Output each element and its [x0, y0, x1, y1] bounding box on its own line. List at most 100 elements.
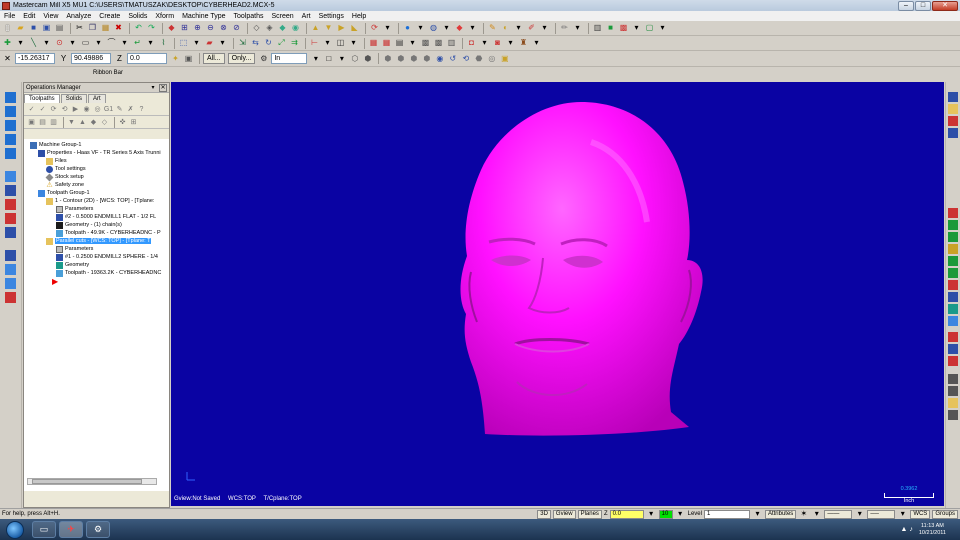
scrollbar-thumb[interactable] [32, 479, 142, 484]
insert-arrow-down-icon[interactable]: ◆ [89, 118, 98, 127]
close-button[interactable]: ✕ [932, 0, 958, 11]
tree-node-stock-setup[interactable]: Stock setup [45, 173, 84, 181]
open-file-icon[interactable]: ▰ [15, 23, 26, 34]
surface-icon[interactable]: ⬚ [178, 38, 189, 49]
dropdown-icon[interactable]: ▾ [631, 23, 642, 34]
toolpath-drill-icon[interactable]: ♜ [518, 38, 529, 49]
marker-icon[interactable]: ✏ [559, 23, 570, 34]
color-selector[interactable]: 10 [658, 509, 673, 519]
dropdown-icon[interactable]: ▾ [467, 23, 478, 34]
dropdown-icon[interactable]: ▾ [811, 509, 822, 520]
refresh-icon[interactable]: ⟲ [460, 53, 471, 64]
save-as-icon[interactable]: ▣ [41, 23, 52, 34]
tree-node-tool[interactable]: #2 - 0.5000 ENDMILL1 FLAT - 1/2 FL [56, 213, 156, 221]
tree-node-toolpath-group[interactable]: Toolpath Group-1 [38, 189, 90, 197]
dropdown-icon[interactable]: ▾ [217, 38, 228, 49]
backplot-icon[interactable]: ▶ [71, 105, 80, 114]
snap-intersect-icon[interactable] [948, 256, 958, 266]
fillet-icon[interactable]: ⌒ [106, 38, 117, 49]
verify-select-icon[interactable]: ◉ [434, 53, 445, 64]
screen-grid-alt-icon[interactable]: ▩ [433, 38, 444, 49]
snap-point-icon[interactable] [948, 280, 958, 290]
select-dirty-icon[interactable]: ✓ [38, 105, 47, 114]
explorer-taskbar-icon[interactable]: ▭ [32, 521, 56, 538]
box-select-icon[interactable]: □ [323, 53, 334, 64]
dropdown-icon[interactable]: ▾ [513, 23, 524, 34]
toolpath-contour-icon[interactable]: ◘ [466, 38, 477, 49]
dropdown-icon[interactable]: ▾ [41, 38, 52, 49]
color-blue-icon[interactable] [948, 344, 958, 354]
loop-icon[interactable]: ↺ [447, 53, 458, 64]
lock-icon[interactable]: ▣ [183, 53, 194, 64]
selection-mask-icon[interactable]: ⚙ [258, 53, 269, 64]
clock[interactable]: 11:13 AM 10/21/2011 [919, 523, 946, 537]
snap-tangent-icon[interactable] [948, 268, 958, 278]
wireframe-icon[interactable]: ◇ [251, 23, 262, 34]
gview-button[interactable]: Gview [552, 509, 576, 519]
tree-node-contour-op[interactable]: 1 - Contour (2D) - [WCS: TOP] - [Tplane: [46, 197, 154, 205]
copy-icon[interactable]: ❐ [87, 23, 98, 34]
dropdown-icon[interactable]: ▾ [657, 23, 668, 34]
edge-select-icon[interactable]: ⬢ [395, 53, 406, 64]
dropdown-icon[interactable]: ▾ [897, 509, 908, 520]
view-iso-icon[interactable] [948, 128, 958, 138]
dropdown-icon[interactable]: ▾ [348, 38, 359, 49]
point-tool-icon[interactable] [5, 92, 16, 103]
snap-quadrant-icon[interactable] [948, 244, 958, 254]
autocursor-icon[interactable]: ✦ [170, 53, 181, 64]
dropdown-icon[interactable]: ▾ [572, 23, 583, 34]
render-icon[interactable] [948, 386, 958, 396]
tree-node-toolpath[interactable]: Toolpath - 19363.2K - CYBERHEADNC [56, 269, 161, 277]
settings-taskbar-icon[interactable]: ⚙ [86, 521, 110, 538]
dropdown-icon[interactable]: ▾ [191, 38, 202, 49]
menu-analyze[interactable]: Analyze [62, 13, 95, 20]
line-tool-icon[interactable] [5, 106, 16, 117]
tree-node-tool-settings[interactable]: Tool settings [46, 165, 86, 173]
delete-ops-icon[interactable]: ✗ [126, 105, 135, 114]
right-view-icon[interactable]: ▶ [336, 23, 347, 34]
grid-icon[interactable]: ▦ [368, 38, 379, 49]
tree-node-parameters[interactable]: Parameters [56, 245, 93, 253]
front-view-icon[interactable]: ▼ [323, 23, 334, 34]
top-view-icon[interactable]: ▲ [310, 23, 321, 34]
point-icon[interactable]: ✚ [2, 38, 13, 49]
wcs-button[interactable]: WCS [910, 509, 931, 519]
color-magenta-icon[interactable] [948, 356, 958, 366]
dropdown-icon[interactable]: ▾ [93, 38, 104, 49]
post-icon[interactable]: G1 [104, 105, 113, 114]
select-all-ops-icon[interactable]: ✓ [27, 105, 36, 114]
tab-toolpaths[interactable]: Toolpaths [24, 94, 60, 103]
text-tool-icon[interactable] [5, 227, 16, 238]
maximize-button[interactable]: □ [915, 0, 931, 11]
dropdown-icon[interactable]: ▾ [310, 53, 321, 64]
attributes-button[interactable]: Attributes [764, 509, 797, 519]
highfeed-icon[interactable]: ✎ [115, 105, 124, 114]
rectangle-icon[interactable]: ▢ [644, 23, 655, 34]
tree-node-geometry[interactable]: Geometry [56, 261, 89, 269]
z-depth-input[interactable]: 0.0 [609, 509, 644, 519]
lock-ops-icon[interactable]: ▣ [27, 118, 36, 127]
tab-solids[interactable]: Solids [60, 94, 88, 103]
face-select-icon[interactable]: ⬢ [382, 53, 393, 64]
surface-tool-icon[interactable] [5, 250, 16, 261]
rectangle-create-icon[interactable]: ▭ [80, 38, 91, 49]
tree-node-toolpath[interactable]: Toolpath - 49.9K - CYBERHEADNC - P [56, 229, 161, 237]
menu-help[interactable]: Help [348, 13, 370, 20]
unzoom-icon[interactable]: ⊘ [231, 23, 242, 34]
fillet-tool-icon[interactable] [5, 134, 16, 145]
solid-tool-icon[interactable] [5, 264, 16, 275]
analyze-icon[interactable]: ▩ [618, 23, 629, 34]
stop-icon[interactable]: ⬣ [473, 53, 484, 64]
fill-icon[interactable]: ◐ [500, 23, 511, 34]
zoom-window-icon[interactable]: ⊕ [192, 23, 203, 34]
start-button[interactable] [6, 520, 24, 539]
shaded-edges-icon[interactable]: ◉ [290, 23, 301, 34]
sphere-icon[interactable]: ● [402, 23, 413, 34]
menu-machine-type[interactable]: Machine Type [178, 13, 229, 20]
tree-node-parameters[interactable]: Parameters [56, 205, 93, 213]
color-icon[interactable]: ◆ [454, 23, 465, 34]
snap-midpoint-icon[interactable] [948, 220, 958, 230]
snap-perp-icon[interactable] [948, 304, 958, 314]
sheet-icon[interactable]: ▥ [446, 38, 457, 49]
solid-select-icon[interactable]: ⬢ [362, 53, 373, 64]
